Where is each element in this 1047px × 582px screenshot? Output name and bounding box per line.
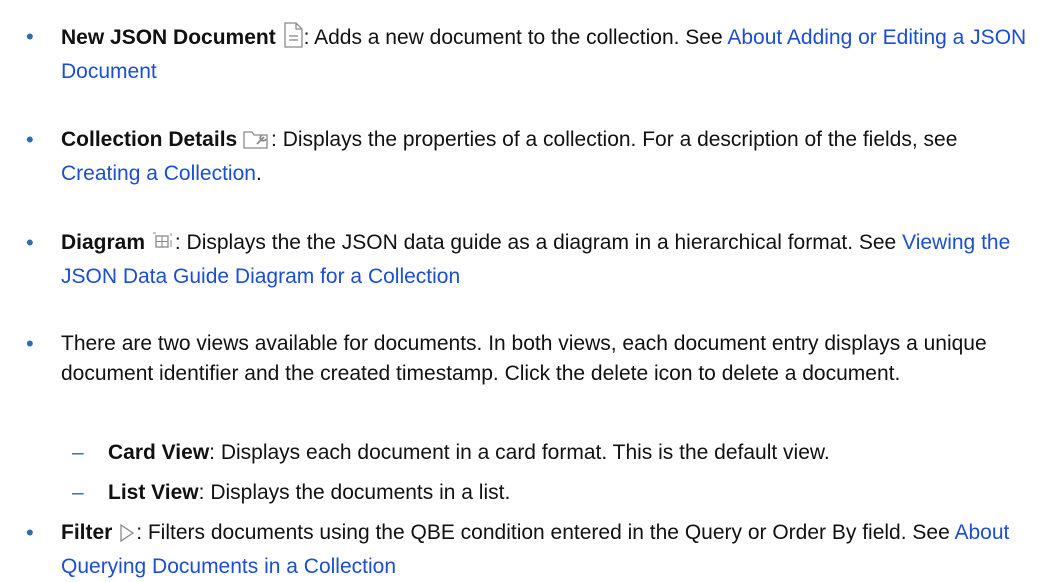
bullet: • (26, 127, 34, 152)
bullet: • (26, 331, 34, 356)
term-list-view: List View (108, 481, 199, 504)
new-document-icon (282, 22, 304, 57)
item-description: : Displays the the JSON data guide as a … (174, 231, 903, 254)
bullet: • (26, 520, 34, 545)
term-collection-details: Collection Details (61, 128, 238, 151)
item-description: : Adds a new document to the collection.… (303, 26, 728, 49)
item-text: Diagram : Displays the the JSON data gui… (61, 228, 1036, 292)
diagram-icon (151, 231, 175, 262)
dash: – (72, 481, 84, 504)
bullet: • (26, 24, 34, 49)
item-text: Collection Details : Displays the proper… (61, 125, 1036, 189)
collection-details-icon (243, 128, 271, 159)
dash: – (72, 441, 84, 464)
sub-item-text: Card View: Displays each document in a c… (108, 438, 1038, 468)
term-filter: Filter (61, 521, 113, 544)
bullet: • (26, 230, 34, 255)
item-text: New JSON Document : Adds a new document … (61, 22, 1036, 87)
item-text: There are two views available for docume… (61, 332, 987, 385)
term-card-view: Card View (108, 441, 210, 464)
link-creating-a-collection[interactable]: Creating a Collection (61, 162, 256, 185)
sub-item-description: : Displays each document in a card forma… (209, 441, 830, 464)
trailing-text: . (255, 162, 262, 185)
item-description: : Displays the properties of a collectio… (271, 128, 958, 151)
filter-icon (118, 522, 136, 552)
term-new-json-document: New JSON Document (61, 26, 276, 49)
item-text: Filter : Filters documents using the QBE… (61, 518, 1036, 582)
item-description: : Filters documents using the QBE condit… (136, 521, 955, 544)
sub-item-description: : Displays the documents in a list. (198, 481, 511, 504)
sub-item-text: List View: Displays the documents in a l… (108, 478, 1038, 508)
term-diagram: Diagram (61, 231, 146, 254)
